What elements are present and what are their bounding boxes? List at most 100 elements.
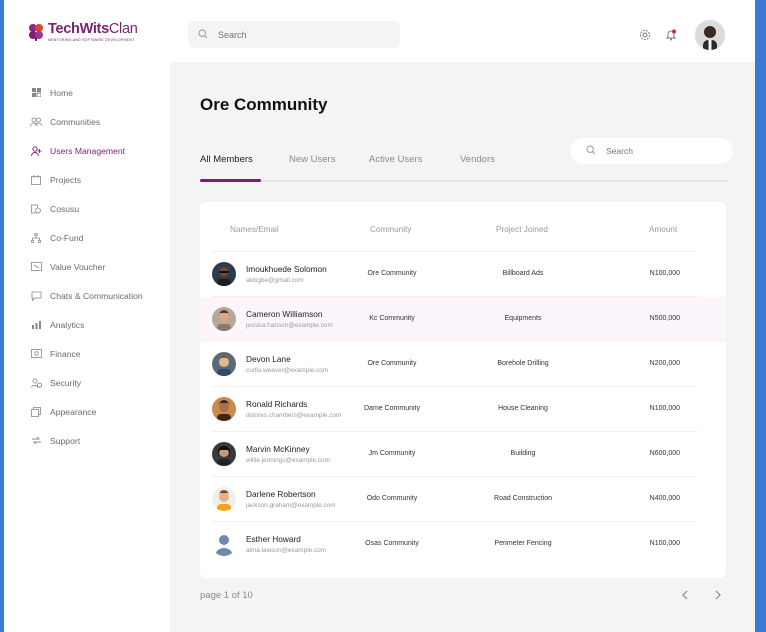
table-row[interactable]: Cameron Williamson jessica.hanson@exampl…: [200, 297, 726, 342]
sidebar-item-home[interactable]: Home: [4, 78, 170, 107]
people-icon: [30, 116, 42, 128]
tab-new-users[interactable]: New Users: [289, 154, 335, 165]
grid-icon: [30, 87, 42, 99]
members-table: Names/Email Community Project Joined Amo…: [200, 202, 726, 578]
member-name: Marvin McKinney: [246, 444, 310, 454]
table-row[interactable]: Esther Howard alma.lawson@example.com Os…: [200, 522, 726, 567]
member-avatar: [212, 262, 236, 286]
sidebar-item-label: Finance: [50, 348, 81, 359]
brand-name: TechWitsClan: [48, 21, 138, 37]
member-project: House Cleaning: [498, 405, 548, 412]
member-project: Billboard Ads: [502, 270, 544, 277]
member-amount: N200,000: [649, 360, 680, 367]
table-row[interactable]: Imoukhuede Solomon akitigbe@gmail.com Or…: [200, 252, 726, 297]
member-name: Imoukhuede Solomon: [246, 264, 327, 274]
pagination-status: page 1 of 10: [200, 590, 253, 601]
sidebar-item-finance[interactable]: Finance: [4, 339, 170, 368]
member-email: jessica.hanson@example.com: [246, 322, 333, 329]
app-window: TechWitsClan MENTORING AND SOFTWARE DEVE…: [4, 0, 755, 632]
sidebar-item-cosusu[interactable]: Cosusu: [4, 194, 170, 223]
sidebar-item-communities[interactable]: Communities: [4, 107, 170, 136]
brain-logo-icon: [28, 23, 44, 41]
member-search-input[interactable]: [606, 146, 716, 156]
member-name: Cameron Williamson: [246, 309, 323, 319]
member-amount: N100,000: [649, 405, 680, 412]
sidebar-item-value-voucher[interactable]: Value Voucher: [4, 252, 170, 281]
sidebar-item-label: Chats & Communication: [50, 290, 143, 301]
member-name: Ronald Richards: [246, 399, 308, 409]
search-icon: [198, 26, 208, 44]
wallet-icon: [30, 348, 42, 360]
support-icon: [30, 435, 42, 447]
security-icon: [30, 377, 42, 389]
member-project: Equipments: [504, 315, 542, 322]
member-avatar: [212, 397, 236, 421]
sidebar-item-analytics[interactable]: Analytics: [4, 310, 170, 339]
sidebar-item-users-management[interactable]: Users Management: [4, 136, 170, 165]
member-project: Perimeter Fencing: [494, 540, 552, 547]
member-email: curtis.weaver@example.com: [246, 367, 329, 374]
member-amount: N500,000: [649, 315, 680, 322]
table-row[interactable]: Ronald Richards dolores.chambers@example…: [200, 387, 726, 432]
global-search-input[interactable]: [218, 29, 378, 40]
sidebar-item-label: Users Management: [50, 145, 125, 156]
member-avatar: [212, 442, 236, 466]
member-amount: N100,000: [649, 270, 680, 277]
sidebar-item-label: Security: [50, 377, 82, 388]
tab-all-members[interactable]: All Members: [200, 154, 253, 165]
table-row[interactable]: Devon Lane curtis.weaver@example.com Ore…: [200, 342, 726, 387]
member-name: Darlene Robertson: [246, 489, 316, 499]
member-email: alma.lawson@example.com: [246, 547, 327, 554]
active-tab-indicator: [200, 179, 261, 182]
sidebar-item-appearance[interactable]: Appearance: [4, 397, 170, 426]
sidebar: Home Communities Users Management Projec…: [4, 62, 170, 632]
user-add-icon: [30, 145, 42, 157]
sidebar-item-projects[interactable]: Projects: [4, 165, 170, 194]
global-search[interactable]: [188, 21, 400, 48]
member-search[interactable]: [570, 138, 733, 164]
sidebar-item-label: Appearance: [50, 406, 97, 417]
tab-vendors[interactable]: Vendors: [460, 154, 495, 165]
sidebar-item-label: Analytics: [50, 319, 85, 330]
next-page-chevron-right-icon[interactable]: [711, 588, 725, 602]
settings-gear-icon[interactable]: [637, 27, 653, 43]
member-email: dolores.chambers@example.com: [246, 412, 342, 419]
member-community: Odo Community: [366, 495, 418, 502]
sidebar-item-chats[interactable]: Chats & Communication: [4, 281, 170, 310]
brand-logo[interactable]: TechWitsClan MENTORING AND SOFTWARE DEVE…: [28, 21, 138, 42]
member-amount: N100,000: [649, 540, 680, 547]
sidebar-item-label: Home: [50, 87, 73, 98]
member-community: Ore Community: [367, 270, 417, 277]
calendar-icon: [30, 174, 42, 186]
member-avatar: [212, 307, 236, 331]
sidebar-item-label: Cosusu: [50, 203, 80, 214]
member-community: Kc Community: [369, 315, 415, 322]
sidebar-item-label: Projects: [50, 174, 82, 185]
top-bar: TechWitsClan MENTORING AND SOFTWARE DEVE…: [4, 0, 755, 62]
tab-active-users[interactable]: Active Users: [369, 154, 422, 165]
table-row[interactable]: Marvin McKinney willie.jennings@example.…: [200, 432, 726, 477]
previous-page-chevron-left-icon[interactable]: [678, 588, 692, 602]
sidebar-item-security[interactable]: Security: [4, 368, 170, 397]
member-community: Dame Community: [363, 405, 421, 412]
column-header-community: Community: [370, 225, 412, 234]
sidebar-item-label: Communities: [50, 116, 101, 127]
sidebar-item-co-fund[interactable]: Co-Fund: [4, 223, 170, 252]
table-header: Names/Email Community Project Joined Amo…: [200, 202, 726, 252]
voucher-icon: [30, 261, 42, 273]
column-header-names: Names/Email: [230, 225, 279, 234]
member-amount: N600,000: [649, 450, 680, 457]
member-email: jackson.graham@example.com: [246, 502, 336, 509]
table-row[interactable]: Darlene Robertson jackson.graham@example…: [200, 477, 726, 522]
notification-bell-icon[interactable]: [663, 27, 679, 43]
member-project: Road Construction: [494, 495, 552, 502]
member-project: Borehole Drilling: [497, 360, 549, 367]
member-name: Esther Howard: [246, 534, 301, 544]
member-amount: N400,000: [649, 495, 680, 502]
user-avatar[interactable]: [695, 20, 725, 50]
sidebar-item-label: Co-Fund: [50, 232, 84, 243]
sidebar-item-support[interactable]: Support: [4, 426, 170, 455]
hierarchy-icon: [30, 232, 42, 244]
member-project: Building: [510, 450, 536, 457]
chat-icon: [30, 290, 42, 302]
